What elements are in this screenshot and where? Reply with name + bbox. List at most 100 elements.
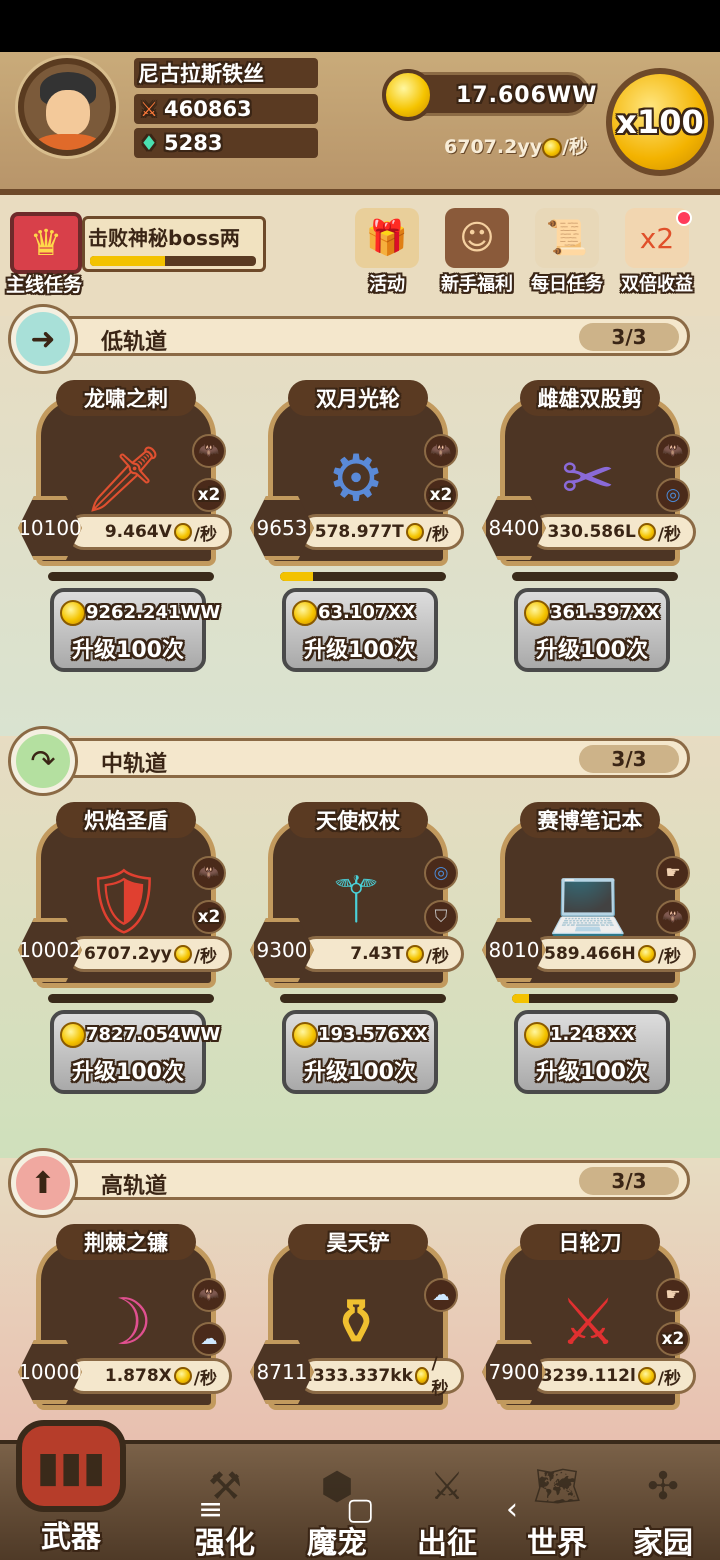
nav-home[interactable]: ✣ 家园 [608, 1464, 718, 1560]
upgrade-cost: 63.107XX [318, 602, 416, 623]
newbie-button[interactable]: ☺ 新手福利 [436, 208, 518, 296]
rate-value: 2333.337kk [301, 1366, 413, 1386]
upgrade-button[interactable]: 1.248XX 升级100次 [514, 1010, 670, 1094]
multiplier-button[interactable]: x100 [606, 68, 714, 176]
upgrade-button[interactable]: 193.576XX 升级100次 [282, 1010, 438, 1094]
upgrade-button[interactable]: 9262.241WW 升级100次 [50, 588, 220, 672]
weapon-progress [280, 572, 446, 581]
diamond-icon: ♦ [140, 131, 158, 155]
weapon-card[interactable]: 赛博笔记本 💻 ☛ 🦇 589.466H/秒 8010 1.248XX 升级10… [482, 788, 702, 1128]
arrow-up-icon: ⬆ [11, 1151, 75, 1215]
weapon-rate: 578.977T/秒 [298, 514, 464, 550]
upgrade-button[interactable]: 7827.054WW 升级100次 [50, 1010, 220, 1094]
rate-unit: /秒 [193, 524, 217, 545]
weapon-name: 荆棘之镰 [56, 1224, 196, 1260]
coin-value: 17.606WW [456, 83, 598, 108]
weapon-progress [48, 994, 214, 1003]
main-quest[interactable]: ♛ 击败神秘boss两 主线任务 [6, 212, 266, 296]
status-bar [0, 0, 720, 52]
weapon-card[interactable]: 炽焰圣盾 🛡 🦇 x2 6707.2yy/秒 10002 7827.054WW … [18, 788, 238, 1128]
rate-unit: /秒 [657, 524, 681, 545]
coin-icon [173, 523, 192, 541]
coin-icon [524, 600, 550, 626]
bat-icon: 🦇 [656, 900, 690, 934]
bat-icon: 🦇 [192, 1278, 226, 1312]
income-rate-unit: /秒 [562, 136, 589, 158]
section-high-track: ⬆ 高轨道 3/3 荆棘之镰 ☽ 🦇 ☁ 1.878X/秒 10000 昊天铲 … [0, 1151, 720, 1440]
bat-icon: 🦇 [192, 434, 226, 468]
weapon-card[interactable]: 昊天铲 ⚱ ☁ 2333.337kk/秒 8711 [250, 1210, 470, 1440]
windmill-icon: ✣ [647, 1464, 679, 1508]
weapon-progress [48, 572, 214, 581]
section-low-track: ➜ 低轨道 3/3 龙啸之刺 🗡 🦇 x2 9.464V/秒 10100 926… [0, 307, 720, 736]
nav-expedition[interactable]: ⚔ 出征 [392, 1464, 502, 1560]
rate-value: 1.878X [104, 1366, 172, 1386]
gem-row: ♦ 5283 [134, 128, 318, 158]
weapon-name: 天使权杖 [288, 802, 428, 838]
bat-icon: 🦇 [424, 434, 458, 468]
nav-weapon[interactable]: ▮▮▮ 武器 [16, 1420, 126, 1556]
hand-icon: ☛ [656, 856, 690, 890]
weapon-card[interactable]: 荆棘之镰 ☽ 🦇 ☁ 1.878X/秒 10000 [18, 1210, 238, 1440]
rate-value: 589.466H [544, 944, 636, 964]
rate-unit: /秒 [431, 1353, 449, 1399]
player-header: 尼古拉斯铁丝 ⚔ 460863 ♦ 5283 17.606WW 6707.2yy… [0, 52, 720, 195]
nav-pet[interactable]: ⬢ 魔宠 [282, 1464, 392, 1560]
weapon-rate: 330.586L/秒 [530, 514, 696, 550]
gem-value: 5283 [164, 131, 223, 155]
back-icon[interactable]: ‹ [506, 1492, 518, 1527]
player-name: 尼古拉斯铁丝 [138, 62, 264, 86]
shield-icon: ⛉ [424, 900, 458, 934]
nav-enhance[interactable]: ⚒ 强化 [170, 1464, 280, 1560]
weapon-card[interactable]: 双月光轮 ⚙ 🦇 x2 578.977T/秒 9653 63.107XX 升级1… [250, 366, 470, 706]
quest-progress [90, 256, 256, 266]
x2-badge: x2 [192, 478, 226, 512]
section-header: ⬆ 高轨道 3/3 [11, 1151, 690, 1215]
weapon-card[interactable]: 日轮刀 ⚔ ☛ x2 3239.112l/秒 7900 [482, 1210, 702, 1440]
weapon-card[interactable]: 雌雄双股剪 ✂ 🦇 ◎ 330.586L/秒 8400 361.397XX 升级… [482, 366, 702, 706]
coin-icon [414, 1367, 430, 1385]
weapon-name: 炽焰圣盾 [56, 802, 196, 838]
weapon-rate: 1.878X/秒 [66, 1358, 232, 1394]
double-income-button[interactable]: x2 双倍收益 [616, 208, 698, 296]
coin-icon [405, 523, 424, 541]
weapon-card[interactable]: 龙啸之刺 🗡 🦇 x2 9.464V/秒 10100 9262.241WW 升级… [18, 366, 238, 706]
daily-task-button[interactable]: 📜 每日任务 [526, 208, 608, 296]
section-header: ↷ 中轨道 3/3 [11, 729, 690, 793]
weapon-name: 日轮刀 [520, 1224, 660, 1260]
rate-value: 578.977T [314, 522, 404, 542]
section-count: 3/3 [579, 745, 679, 773]
arrow-curve-icon: ↷ [11, 729, 75, 793]
nav-world[interactable]: 🗺 世界 [502, 1464, 612, 1560]
upgrade-cost: 1.248XX [550, 1024, 635, 1045]
x2-badge: x2 [424, 478, 458, 512]
weapon-name: 昊天铲 [288, 1224, 428, 1260]
weapon-rate: 9.464V/秒 [66, 514, 232, 550]
section-header: ➜ 低轨道 3/3 [11, 307, 690, 371]
upgrade-label: 升级100次 [72, 638, 184, 663]
rate-value: 9.464V [104, 522, 172, 542]
weapon-card[interactable]: 天使权杖 ⚚ ◎ ⛉ 7.43T/秒 9300 193.576XX 升级100次 [250, 788, 470, 1128]
menu-icon[interactable]: ≡ [198, 1492, 223, 1527]
home-icon[interactable]: ▢ [346, 1492, 374, 1527]
event-button[interactable]: 🎁 活动 [346, 208, 428, 296]
upgrade-button[interactable]: 361.397XX 升级100次 [514, 588, 670, 672]
gift-icon: 🎁 [355, 208, 419, 268]
nav-label: 世界 [527, 1526, 587, 1560]
upgrade-cost: 7827.054WW [86, 1024, 221, 1045]
upgrade-button[interactable]: 63.107XX 升级100次 [282, 588, 438, 672]
weapon-name: 龙啸之刺 [56, 380, 196, 416]
rate-unit: /秒 [193, 946, 217, 967]
upgrade-cost: 193.576XX [318, 1024, 428, 1045]
target-icon: ◎ [424, 856, 458, 890]
player-avatar[interactable] [18, 58, 116, 156]
coin-icon [637, 523, 656, 541]
scroll-icon: 📜 [535, 208, 599, 268]
income-rate-value: 6707.2yy [444, 136, 543, 158]
player-name-row: 尼古拉斯铁丝 [134, 58, 318, 88]
weapon-rate: 3239.112l/秒 [530, 1358, 696, 1394]
ghost-icon: ☁ [192, 1322, 226, 1356]
upgrade-label: 升级100次 [304, 638, 416, 663]
daily-task-label: 每日任务 [531, 274, 603, 295]
map-icon: 🗺 [532, 1464, 582, 1508]
